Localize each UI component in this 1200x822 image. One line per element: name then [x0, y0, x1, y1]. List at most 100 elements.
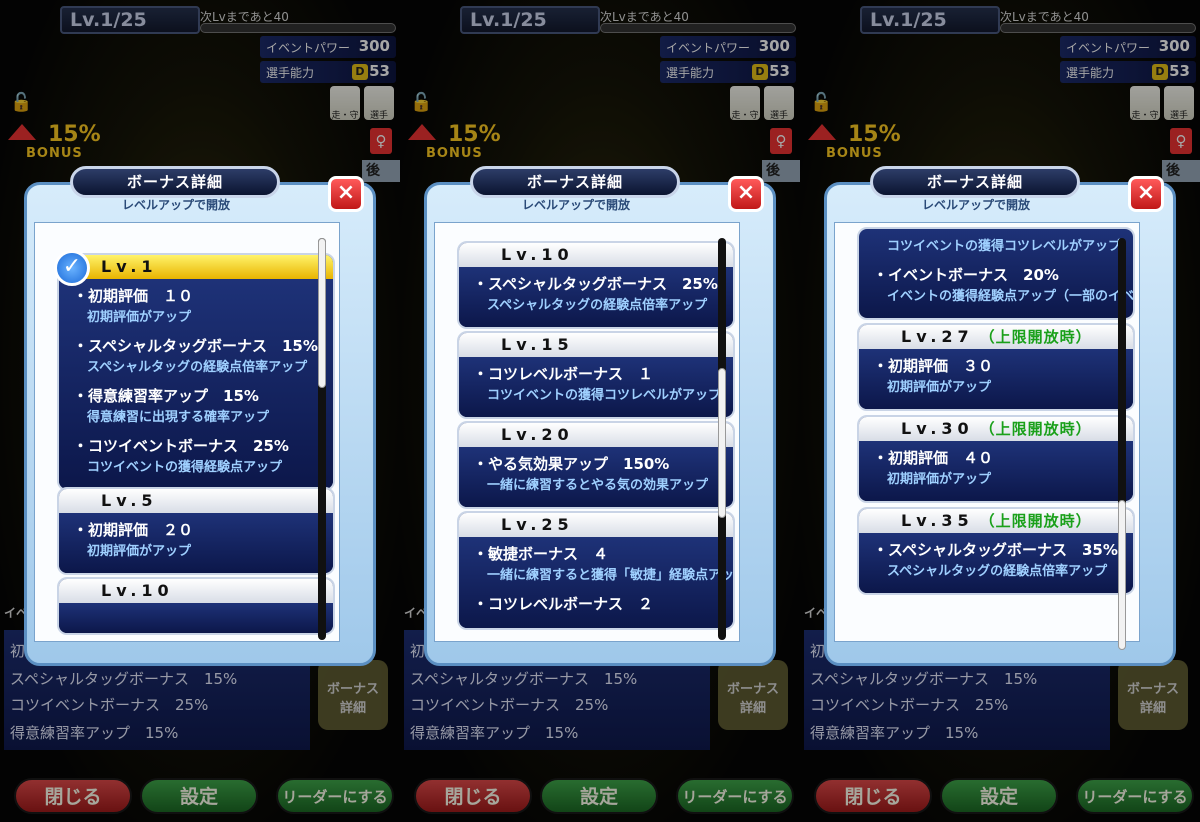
bonus-description: 初期評価がアップ [887, 472, 992, 487]
skill-player-icon[interactable]: 選手 [364, 86, 394, 121]
scrollbar-thumb[interactable] [1118, 500, 1126, 650]
rank-badge-icon: D [752, 64, 768, 80]
event-power-label: イベントパワー [266, 41, 351, 55]
bonus-detail-button[interactable]: ボーナス 詳細 [718, 660, 788, 730]
bonus-description: 初期評価がアップ [87, 544, 192, 559]
level-header: Lv.5 [59, 489, 333, 513]
list-scrollbar[interactable] [718, 238, 726, 640]
bonus-name: ・コツレベルボーナス ２ [473, 595, 654, 613]
close-button[interactable]: 閉じる [814, 778, 932, 814]
skill-player-icon[interactable]: 選手 [764, 86, 794, 121]
skill-run-defense-icon[interactable]: 走・守 [330, 86, 360, 121]
dialog-close-icon[interactable]: × [328, 176, 364, 212]
rank-badge-icon: D [352, 64, 368, 80]
limit-break-tag: （上限開放時） [979, 512, 1092, 530]
event-power-value: 300 [1158, 37, 1190, 55]
bonus-level-list[interactable]: Lv.1 ・初期評価 １０ 初期評価がアップ ・スペシャルタッグボーナス 15% スペシ… [34, 222, 340, 642]
level-header: Lv.35 （上限開放時） [859, 509, 1133, 533]
set-leader-button[interactable]: リーダーにする [1076, 778, 1194, 814]
bonus-name: ・敏捷ボーナス ４ [473, 545, 609, 563]
list-scrollbar[interactable] [318, 238, 326, 640]
bonus-label: BONUS [426, 146, 483, 161]
level-header: Lv.27 （上限開放時） [859, 325, 1133, 349]
bonus-entry: ・コツレベルボーナス ２ [473, 593, 733, 614]
set-leader-button[interactable]: リーダーにする [276, 778, 394, 814]
dialog-subtitle: レベルアップで開放 [121, 198, 230, 212]
bonus-percent: 15% [848, 122, 901, 147]
bonus-name: ・コツレベルボーナス １ [473, 365, 654, 383]
bonus-entry: ・得意練習率アップ 15% 得意練習に出現する確率アップ [73, 385, 333, 425]
level-header: Lv.10 [59, 579, 333, 603]
bonus-entry: ・スペシャルタッグボーナス 25% スペシャルタッグの経験点倍率アップ [473, 273, 733, 313]
player-ability-stat: 選手能力 D 53 [1060, 61, 1196, 83]
summary-row: 得意練習率アップ 15% [410, 724, 579, 742]
level-label: Lv.30 [901, 419, 974, 438]
skill-player-icon[interactable]: 選手 [1164, 86, 1194, 121]
player-ability-value: 53 [369, 62, 390, 80]
bonus-percent: 15% [48, 122, 101, 147]
dialog-subtitle: レベルアップで開放 [521, 198, 630, 212]
skill-icons: 走・守 選手 [730, 86, 796, 122]
event-power-stat: イベントパワー 300 [260, 36, 396, 58]
level-display: Lv.1/25 [860, 6, 1000, 34]
level-bonus-body: ・敏捷ボーナス ４ 一緒に練習すると獲得「敏捷」経験点アップ・コツレベルボーナス … [459, 537, 733, 628]
skill-run-defense-icon[interactable]: 走・守 [730, 86, 760, 121]
summary-row: コツイベントボーナス 25% [410, 696, 609, 714]
bonus-level-list[interactable]: Lv.10 ・スペシャルタッグボーナス 25% スペシャルタッグの経験点倍率アップ L… [434, 222, 740, 642]
limit-break-tag: （上限開放時） [979, 328, 1092, 346]
level-header: Lv.20 [459, 423, 733, 447]
dialog-close-icon[interactable]: × [728, 176, 764, 212]
dialog-title: ボーナス詳細 [470, 166, 680, 198]
game-screen-panel-2: Lv.1/25 次Lvまであと40 イベントパワー 300 選手能力 D 53 … [400, 0, 800, 822]
close-button[interactable]: 閉じる [414, 778, 532, 814]
settings-button[interactable]: 設定 [940, 778, 1058, 814]
settings-button[interactable]: 設定 [540, 778, 658, 814]
level-bonus-body: ・初期評価 ３０ 初期評価がアップ [859, 349, 1133, 409]
level-bonus-body: ・スペシャルタッグボーナス 25% スペシャルタッグの経験点倍率アップ [459, 267, 733, 327]
level-header: Lv.1 [59, 255, 333, 279]
summary-row: スペシャルタッグボーナス 15% [410, 670, 638, 688]
scrollbar-thumb[interactable] [318, 238, 326, 388]
level-label: Lv.10 [101, 581, 174, 600]
set-leader-button[interactable]: リーダーにする [676, 778, 794, 814]
skill-run-defense-icon[interactable]: 走・守 [1130, 86, 1160, 121]
game-screen-panel-1: Lv.1/25 次Lvまであと40 イベントパワー 300 選手能力 D 53 … [0, 0, 400, 822]
bonus-level-list[interactable]: コツイベントの獲得コツレベルがアップ ・イベントボーナス 20% イベントの獲得経験… [834, 222, 1140, 642]
player-ability-label: 選手能力 [666, 66, 715, 80]
level-bonus-card: Lv.5 ・初期評価 ２０ 初期評価がアップ [57, 487, 335, 575]
settings-button[interactable]: 設定 [140, 778, 258, 814]
bonus-name: ・スペシャルタッグボーナス 35% [873, 541, 1118, 559]
level-bonus-card: コツイベントの獲得コツレベルがアップ ・イベントボーナス 20% イベントの獲得経験… [857, 227, 1135, 320]
bottom-action-bar: 閉じる 設定 リーダーにする [800, 770, 1200, 822]
screenshot-strip: Lv.1/25 次Lvまであと40 イベントパワー 300 選手能力 D 53 … [0, 0, 1200, 822]
list-scrollbar[interactable] [1118, 238, 1126, 650]
up-arrow-icon [808, 124, 836, 140]
bonus-description: スペシャルタッグの経験点倍率アップ [887, 564, 1108, 579]
level-bonus-body [59, 603, 333, 633]
lock-icon: 🔓 [810, 92, 833, 113]
bonus-description: イベントの獲得経験点アップ（一部のイベントを除く） [887, 289, 1135, 304]
bonus-name: ・スペシャルタッグボーナス 25% [473, 275, 718, 293]
summary-row: 得意練習率アップ 15% [810, 724, 979, 742]
close-button[interactable]: 閉じる [14, 778, 132, 814]
dialog-title: ボーナス詳細 [870, 166, 1080, 198]
player-ability-label: 選手能力 [266, 66, 315, 80]
game-screen-panel-3: Lv.1/25 次Lvまであと40 イベントパワー 300 選手能力 D 53 … [800, 0, 1200, 822]
bonus-description: コツイベントの獲得経験点アップ [87, 460, 283, 475]
bonus-description: 一緒に練習すると獲得「敏捷」経験点アップ [487, 568, 735, 583]
lock-icon: 🔓 [410, 92, 433, 113]
level-bonus-card: Lv.35 （上限開放時） ・スペシャルタッグボーナス 35% スペシャルタッグの経験… [857, 507, 1135, 595]
level-bonus-body: ・初期評価 １０ 初期評価がアップ ・スペシャルタッグボーナス 15% スペシャルタッ… [59, 279, 333, 489]
gender-icon: ♀ [770, 128, 792, 154]
bonus-description: 一緒に練習するとやる気の効果アップ [487, 478, 709, 493]
bonus-description: スペシャルタッグの経験点倍率アップ [87, 360, 308, 375]
bonus-entry: ・初期評価 ２０ 初期評価がアップ [73, 519, 333, 559]
scrollbar-thumb[interactable] [718, 368, 726, 518]
level-bonus-card: Lv.10 [57, 577, 335, 635]
dialog-close-icon[interactable]: × [1128, 176, 1164, 212]
position-badge: 後 [362, 160, 400, 182]
bonus-label: BONUS [26, 146, 83, 161]
bonus-detail-button[interactable]: ボーナス 詳細 [1118, 660, 1188, 730]
up-arrow-icon [8, 124, 36, 140]
bonus-detail-button[interactable]: ボーナス 詳細 [318, 660, 388, 730]
